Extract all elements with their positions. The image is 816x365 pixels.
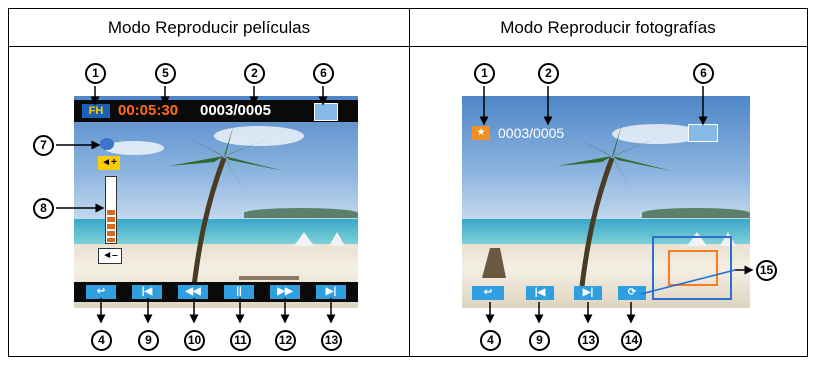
rewind-icon[interactable]: ◀◀ — [178, 285, 208, 299]
callout-1: 1 — [474, 63, 495, 84]
photo-counter: 0003/0005 — [498, 125, 565, 141]
callout-9: 9 — [529, 330, 550, 351]
callout-13: 13 — [578, 330, 599, 351]
callout-13: 13 — [321, 330, 342, 351]
callout-2: 2 — [538, 63, 559, 84]
movie-playback-screen: FH 00:05:30 0003/0005 ◄+ ◄– ↩ |◀ ◀◀ || ▶… — [74, 96, 358, 308]
return-icon[interactable]: ↩ — [86, 285, 116, 299]
skip-forward-icon[interactable]: ▶| — [316, 285, 346, 299]
movie-counter: 0003/0005 — [200, 102, 271, 119]
volume-scale — [105, 176, 117, 244]
callout-6: 6 — [313, 63, 334, 84]
callout-10: 10 — [184, 330, 205, 351]
callout-4: 4 — [480, 330, 501, 351]
return-icon[interactable]: ↩ — [472, 286, 504, 300]
skip-forward-icon[interactable]: ▶| — [574, 286, 602, 300]
header-movie-mode: Modo Reproducir películas — [107, 18, 311, 37]
callout-6: 6 — [693, 63, 714, 84]
protect-star-icon: ★ — [472, 126, 490, 140]
zoom-navigator-frame — [652, 236, 732, 300]
volume-up-icon: ◄+ — [98, 156, 120, 170]
header-photo-mode: Modo Reproducir fotografías — [500, 18, 716, 37]
skip-back-icon[interactable]: |◀ — [526, 286, 554, 300]
battery-icon — [314, 103, 338, 121]
photo-playback-screen: ★ 0003/0005 ↩ |◀ ▶| ⟳ — [462, 96, 750, 308]
zoom-navigator-area — [668, 250, 718, 286]
callout-11: 11 — [230, 330, 251, 351]
speaker-status-icon — [100, 138, 114, 150]
callout-14: 14 — [621, 330, 642, 351]
callout-12: 12 — [275, 330, 296, 351]
pause-icon[interactable]: || — [224, 285, 254, 299]
callout-2: 2 — [244, 63, 265, 84]
movie-mode-badge: FH — [82, 104, 110, 118]
column-divider — [409, 9, 410, 356]
callout-7: 7 — [33, 135, 54, 156]
rotate-icon[interactable]: ⟳ — [618, 286, 646, 300]
callout-9: 9 — [138, 330, 159, 351]
callout-15: 15 — [756, 260, 777, 281]
skip-back-icon[interactable]: |◀ — [132, 285, 162, 299]
header-divider — [9, 46, 807, 47]
movie-timecode: 00:05:30 — [118, 102, 179, 119]
callout-1: 1 — [85, 63, 106, 84]
volume-down-icon: ◄– — [98, 248, 122, 264]
fast-forward-icon[interactable]: ▶▶ — [270, 285, 300, 299]
callout-8: 8 — [33, 198, 54, 219]
callout-5: 5 — [155, 63, 176, 84]
battery-icon — [688, 124, 718, 142]
callout-4: 4 — [91, 330, 112, 351]
